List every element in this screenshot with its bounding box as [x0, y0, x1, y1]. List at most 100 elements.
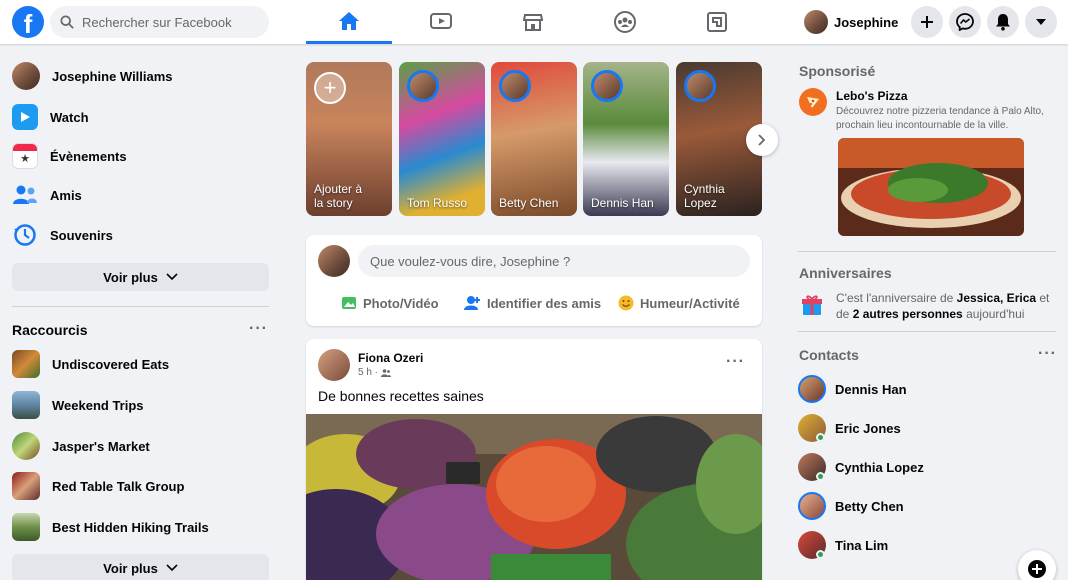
tab-home[interactable]: [306, 0, 392, 44]
search-icon: [60, 15, 74, 29]
marketplace-icon: [523, 14, 543, 31]
plus-icon: [921, 16, 933, 28]
messenger-icon: [956, 13, 974, 31]
contact-tina-lim[interactable]: Tina Lim: [798, 527, 888, 563]
contacts-options-icon[interactable]: ···: [1038, 345, 1057, 363]
photo-video-button[interactable]: Photo/Vidéo: [341, 295, 439, 311]
facebook-logo[interactable]: f: [12, 6, 44, 38]
story-tom-russo[interactable]: Tom Russo: [399, 62, 485, 216]
chevron-down-icon: [166, 273, 178, 281]
tab-groups[interactable]: [582, 0, 668, 44]
feed-post: Fiona Ozeri 5 h · ··· De bonnes recettes…: [306, 339, 762, 580]
birthday-text: C'est l'anniversaire de Jessica, Erica e…: [836, 290, 1056, 322]
create-button[interactable]: [911, 6, 943, 38]
post-author[interactable]: Fiona Ozeri: [358, 351, 423, 365]
contact-avatar: [798, 492, 826, 520]
shortcut-thumbnail: [12, 513, 40, 541]
story-name: Cynthia Lopez: [684, 182, 725, 210]
photo-icon: [342, 297, 356, 309]
story-avatar: [684, 70, 716, 102]
ad-text: Découvrez notre pizzeria tendance à Palo…: [836, 106, 1044, 131]
pizza-logo[interactable]: [799, 88, 827, 116]
contact-eric-jones[interactable]: Eric Jones: [798, 410, 901, 446]
birthday-others[interactable]: 2 autres personnes: [853, 307, 963, 321]
post-time[interactable]: 5 h ·: [358, 367, 378, 378]
contact-name: Dennis Han: [835, 381, 907, 397]
shortcut-thumbnail: [12, 350, 40, 378]
contact-cynthia-lopez[interactable]: Cynthia Lopez: [798, 449, 924, 485]
tab-gaming[interactable]: [674, 0, 760, 44]
memories-icon: [12, 222, 38, 248]
shortcut-jaspers-market[interactable]: Jasper's Market: [12, 428, 270, 464]
gift-icon: [801, 294, 823, 321]
shortcut-hiking-trails[interactable]: Best Hidden Hiking Trails: [12, 509, 270, 545]
friends-icon: [12, 182, 38, 208]
stories-next-button[interactable]: [746, 124, 778, 156]
notifications-button[interactable]: [987, 6, 1019, 38]
online-indicator: [816, 550, 825, 559]
story-add[interactable]: + Ajouter à la story: [306, 62, 392, 216]
search-box[interactable]: Rechercher sur Facebook: [50, 6, 269, 38]
sidebar-item-memories[interactable]: Souvenirs: [12, 217, 270, 253]
story-betty-chen[interactable]: Betty Chen: [491, 62, 577, 216]
tab-marketplace[interactable]: [490, 0, 576, 44]
photo-video-label: Photo/Vidéo: [363, 295, 439, 311]
see-more-button[interactable]: Voir plus: [12, 263, 269, 291]
messenger-button[interactable]: [949, 6, 981, 38]
avatar: [318, 245, 350, 277]
account-menu-button[interactable]: [1025, 6, 1057, 38]
sidebar-item-watch[interactable]: Watch: [12, 99, 270, 135]
smiley-icon: [618, 295, 634, 311]
contact-name: Eric Jones: [835, 420, 901, 436]
search-input[interactable]: Rechercher sur Facebook: [82, 15, 232, 30]
shortcuts-options-icon[interactable]: ···: [249, 320, 268, 338]
story-name: Betty Chen: [499, 196, 559, 210]
feeling-activity-button[interactable]: Humeur/Activité: [618, 295, 740, 311]
pizza-photo: [838, 138, 1024, 236]
post-meta: 5 h ·: [358, 367, 392, 378]
see-more-shortcuts-button[interactable]: Voir plus: [12, 554, 269, 580]
shortcut-label: Undiscovered Eats: [52, 356, 170, 372]
shortcut-red-table-talk[interactable]: Red Table Talk Group: [12, 468, 270, 504]
online-indicator: [816, 433, 825, 442]
see-more-label: Voir plus: [103, 560, 158, 576]
contact-betty-chen[interactable]: Betty Chen: [798, 488, 904, 524]
tab-watch[interactable]: [398, 0, 484, 44]
post-text: De bonnes recettes saines: [318, 388, 484, 404]
ad-name[interactable]: Lebo's Pizza: [836, 89, 908, 103]
sidebar-item-friends[interactable]: Amis: [12, 177, 270, 213]
shortcut-weekend-trips[interactable]: Weekend Trips: [12, 387, 270, 423]
story-avatar: [591, 70, 623, 102]
events-icon: ★: [12, 143, 38, 169]
shortcut-label: Jasper's Market: [52, 438, 150, 454]
compose-icon: [1028, 560, 1046, 578]
avatar: [12, 62, 40, 90]
home-icon: [339, 11, 359, 30]
story-dennis-han[interactable]: Dennis Han: [583, 62, 669, 216]
birthday-names[interactable]: Jessica, Erica: [957, 291, 1036, 305]
composer-input[interactable]: Que voulez-vous dire, Josephine ?: [358, 245, 750, 277]
shortcut-label: Weekend Trips: [52, 397, 144, 413]
sidebar-item-label: Josephine Williams: [52, 68, 173, 84]
post-image[interactable]: [306, 414, 762, 580]
story-avatar: [407, 70, 439, 102]
profile-chip[interactable]: Josephine: [800, 6, 906, 38]
new-message-button[interactable]: [1018, 550, 1056, 580]
feeling-activity-label: Humeur/Activité: [640, 295, 740, 311]
author-avatar[interactable]: [318, 349, 350, 381]
ad-image[interactable]: [838, 138, 1024, 236]
birthday-pre: C'est l'anniversaire de: [836, 291, 957, 305]
sidebar-item-events[interactable]: ★ Évènements: [12, 138, 270, 174]
profile-name: Josephine: [834, 14, 899, 30]
sidebar-item-profile[interactable]: Josephine Williams: [12, 58, 270, 94]
contacts-title: Contacts: [799, 347, 859, 363]
tag-friends-button[interactable]: Identifier des amis: [463, 295, 601, 311]
gaming-icon: [707, 12, 727, 32]
top-navigation-bar: f Rechercher sur Facebook Josephine: [0, 0, 1068, 44]
tag-friends-icon: [464, 296, 480, 310]
contact-name: Tina Lim: [835, 537, 889, 553]
shortcut-undiscovered-eats[interactable]: Undiscovered Eats: [12, 346, 270, 382]
contact-avatar: [798, 375, 826, 403]
post-options-icon[interactable]: ···: [726, 353, 745, 371]
contact-dennis-han[interactable]: Dennis Han: [798, 371, 907, 407]
